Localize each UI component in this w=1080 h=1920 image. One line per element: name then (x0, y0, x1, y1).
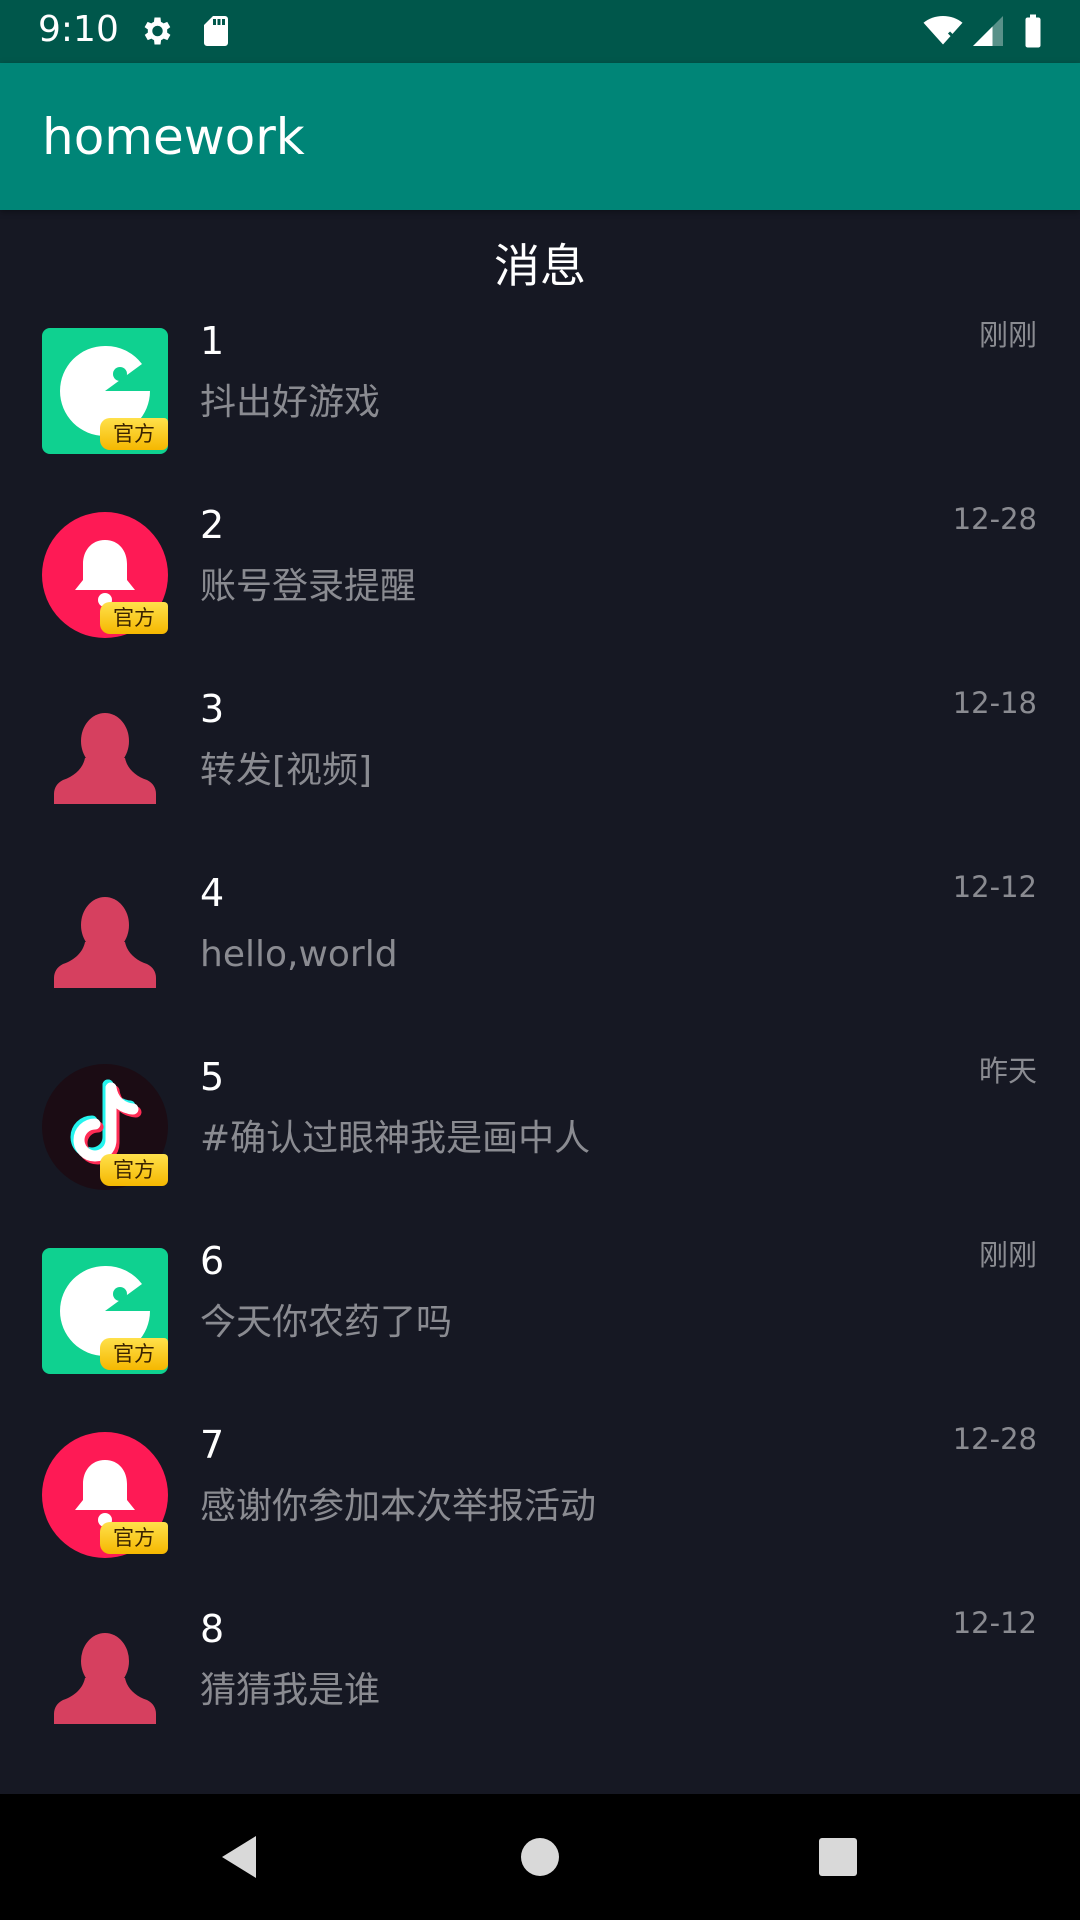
list-item[interactable]: 官方 1 抖出好游戏 刚刚 (0, 318, 1080, 502)
message-preview: 感谢你参加本次举报活动 (200, 1486, 597, 1527)
status-bar: 9:10 (0, 0, 1080, 63)
app-bar: homework (0, 63, 1080, 210)
message-preview: 今天你农药了吗 (200, 1302, 453, 1343)
contact-name: 8 (200, 1607, 225, 1651)
message-time: 12-28 (952, 1422, 1037, 1456)
message-time: 刚刚 (978, 1238, 1037, 1272)
list-item[interactable]: 3 转发[视频] 12-18 (0, 686, 1080, 870)
tiktok-icon: 官方 (42, 1064, 168, 1190)
list-item[interactable]: 官方 7 感谢你参加本次举报活动 12-28 (0, 1422, 1080, 1606)
signal-icon (973, 16, 1003, 46)
wifi-icon (923, 16, 963, 45)
official-badge: 官方 (100, 418, 168, 450)
list-item[interactable]: 8 猜猜我是谁 12-12 (0, 1606, 1080, 1790)
message-preview: hello,world (200, 934, 398, 975)
sd-card-icon (204, 16, 228, 46)
list-item[interactable]: 官方 6 今天你农药了吗 刚刚 (0, 1238, 1080, 1422)
message-time: 12-18 (952, 686, 1037, 720)
official-badge: 官方 (100, 1522, 168, 1554)
navigation-bar (0, 1794, 1080, 1920)
official-badge: 官方 (100, 602, 168, 634)
list-item[interactable]: 官方 2 账号登录提醒 12-28 (0, 502, 1080, 686)
game-icon: 官方 (42, 328, 168, 454)
message-time: 12-12 (952, 870, 1037, 904)
battery-icon (1025, 14, 1041, 48)
home-icon[interactable] (515, 1832, 565, 1882)
message-preview: 抖出好游戏 (200, 382, 381, 423)
bell-icon: 官方 (42, 512, 168, 638)
message-preview: 猜猜我是谁 (200, 1670, 381, 1711)
contact-name: 6 (200, 1239, 225, 1283)
official-badge: 官方 (100, 1338, 168, 1370)
message-time: 刚刚 (978, 318, 1037, 352)
contact-name: 7 (200, 1423, 225, 1467)
message-preview: #确认过眼神我是画中人 (200, 1118, 591, 1159)
message-preview: 账号登录提醒 (200, 566, 417, 607)
contact-name: 5 (200, 1055, 225, 1099)
page-title: 消息 (494, 239, 586, 293)
contact-name: 2 (200, 503, 225, 547)
status-time: 9:10 (38, 9, 119, 50)
user-silhouette-icon (42, 696, 168, 822)
user-silhouette-icon (42, 880, 168, 1006)
list-item[interactable]: 4 hello,world 12-12 (0, 870, 1080, 1054)
message-time: 12-12 (952, 1606, 1037, 1640)
back-icon[interactable] (214, 1832, 264, 1882)
message-time: 12-28 (952, 502, 1037, 536)
message-time: 昨天 (978, 1054, 1037, 1088)
official-badge: 官方 (100, 1154, 168, 1186)
contact-name: 1 (200, 319, 225, 363)
message-preview: 转发[视频] (200, 750, 373, 791)
user-silhouette-icon (42, 1616, 168, 1742)
contact-name: 4 (200, 871, 225, 915)
bell-icon: 官方 (42, 1432, 168, 1558)
game-icon: 官方 (42, 1248, 168, 1374)
recents-icon[interactable] (813, 1832, 863, 1882)
contact-name: 3 (200, 687, 225, 731)
app-title: homework (42, 108, 305, 166)
list-item[interactable]: 官方 5 #确认过眼神我是画中人 昨天 (0, 1054, 1080, 1238)
gear-icon (144, 17, 171, 45)
